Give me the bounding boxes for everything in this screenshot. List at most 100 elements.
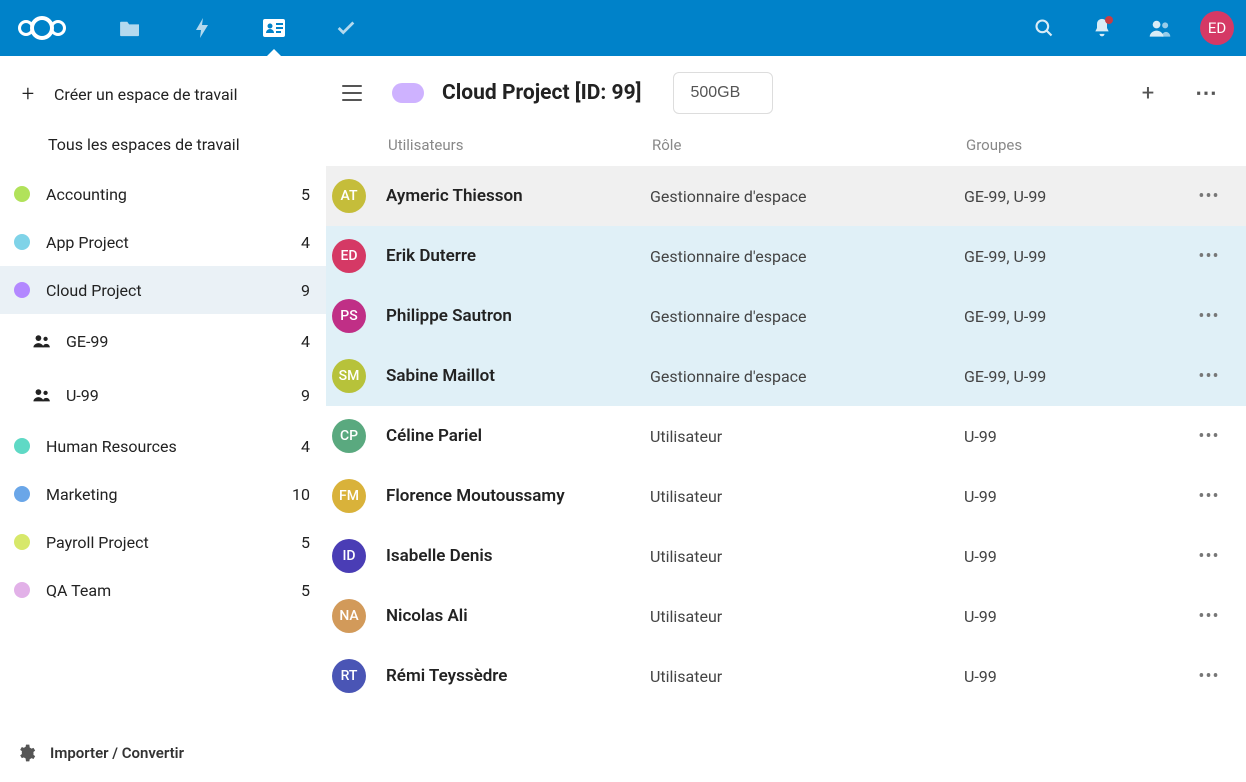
sidebar-item-qa-team[interactable]: QA Team 5 [0,566,326,614]
user-role: Utilisateur [650,487,964,506]
user-role: Gestionnaire d'espace [650,307,964,326]
user-more-icon[interactable]: ••• [1194,306,1224,327]
user-name: Erik Duterre [386,246,650,266]
sidebar-item-count: 4 [301,233,310,252]
user-name: Philippe Sautron [386,306,650,326]
gear-icon [16,743,36,763]
import-label: Importer / Convertir [50,744,184,762]
user-row[interactable]: ED Erik Duterre Gestionnaire d'espace GE… [326,226,1246,286]
create-workspace-button[interactable]: + Créer un espace de travail [0,70,326,118]
workspace-title: Cloud Project [ID: 99] [442,81,641,105]
sidebar-item-label: QA Team [46,581,293,600]
user-row[interactable]: NA Nicolas Ali Utilisateur U-99 ••• [326,586,1246,646]
user-more-icon[interactable]: ••• [1194,606,1224,627]
user-name: Isabelle Denis [386,546,650,566]
sidebar-subgroup-label: U-99 [66,386,293,405]
col-groups: Groupes [966,136,1246,154]
user-row[interactable]: FM Florence Moutoussamy Utilisateur U-99… [326,466,1246,526]
sidebar-item-accounting[interactable]: Accounting 5 [0,170,326,218]
user-row[interactable]: PS Philippe Sautron Gestionnaire d'espac… [326,286,1246,346]
main-content: Cloud Project [ID: 99] 500GB + ⋯ Utilisa… [326,56,1246,782]
user-more-icon[interactable]: ••• [1194,546,1224,567]
user-more-icon[interactable]: ••• [1194,426,1224,447]
menu-toggle-icon[interactable] [338,79,366,107]
user-more-icon[interactable]: ••• [1194,366,1224,387]
user-avatar-badge: AT [332,179,366,213]
sidebar-item-count: 5 [301,581,310,600]
user-more-icon[interactable]: ••• [1194,186,1224,207]
color-dot-icon [14,186,30,202]
color-dot-icon [14,282,30,298]
files-icon[interactable] [108,4,152,52]
user-row[interactable]: CP Céline Pariel Utilisateur U-99 ••• [326,406,1246,466]
sidebar-item-human-resources[interactable]: Human Resources 4 [0,422,326,470]
user-role: Utilisateur [650,547,964,566]
contacts-icon[interactable] [1142,10,1178,46]
sidebar-item-label: Cloud Project [46,281,293,300]
user-avatar-badge: PS [332,299,366,333]
user-role: Utilisateur [650,427,964,446]
sidebar-item-payroll-project[interactable]: Payroll Project 5 [0,518,326,566]
tasks-icon[interactable] [324,4,368,52]
user-groups: GE-99, U-99 [964,367,1194,386]
user-groups: U-99 [964,487,1194,506]
search-icon[interactable] [1026,10,1062,46]
quota-select[interactable]: 500GB [673,72,773,114]
user-name: Aymeric Thiesson [386,186,650,206]
color-dot-icon [14,534,30,550]
workspaces-icon[interactable] [252,4,296,52]
workspace-color-badge [392,83,424,103]
user-name: Céline Pariel [386,426,650,446]
topbar-right: ED [1026,10,1234,46]
color-dot-icon [14,234,30,250]
col-users: Utilisateurs [388,136,652,154]
user-role: Gestionnaire d'espace [650,367,964,386]
user-row[interactable]: ID Isabelle Denis Utilisateur U-99 ••• [326,526,1246,586]
sidebar-item-marketing[interactable]: Marketing 10 [0,470,326,518]
sidebar-item-count: 9 [301,281,310,300]
sidebar-subgroup-count: 4 [301,332,310,351]
sidebar-item-app-project[interactable]: App Project 4 [0,218,326,266]
user-row[interactable]: SM Sabine Maillot Gestionnaire d'espace … [326,346,1246,406]
user-name: Florence Moutoussamy [386,486,650,506]
sidebar-item-cloud-project[interactable]: Cloud Project 9 [0,266,326,314]
user-avatar-badge: FM [332,479,366,513]
sidebar-item-label: Human Resources [46,437,293,456]
user-avatar-badge: CP [332,419,366,453]
app-logo[interactable] [18,20,66,36]
user-more-icon[interactable]: ••• [1194,246,1224,267]
sidebar-item-count: 5 [301,185,310,204]
user-avatar[interactable]: ED [1200,11,1234,45]
sidebar-subgroup-u-99[interactable]: U-99 9 [0,368,326,422]
more-menu-icon[interactable]: ⋯ [1190,77,1222,109]
color-dot-icon [14,486,30,502]
import-convert-button[interactable]: Importer / Convertir [0,724,326,782]
user-row[interactable]: RT Rémi Teyssèdre Utilisateur U-99 ••• [326,646,1246,706]
user-groups: GE-99, U-99 [964,247,1194,266]
user-more-icon[interactable]: ••• [1194,666,1224,687]
user-role: Gestionnaire d'espace [650,247,964,266]
user-avatar-badge: SM [332,359,366,393]
user-groups: U-99 [964,607,1194,626]
all-workspaces-link[interactable]: Tous les espaces de travail [0,118,326,170]
plus-icon: + [16,82,40,107]
notification-dot-icon [1105,16,1113,24]
group-icon [32,333,52,349]
sidebar-subgroup-label: GE-99 [66,332,293,351]
user-row[interactable]: AT Aymeric Thiesson Gestionnaire d'espac… [326,166,1246,226]
nav-apps [108,4,368,52]
sidebar: + Créer un espace de travail Tous les es… [0,56,326,782]
sidebar-item-count: 4 [301,437,310,456]
user-more-icon[interactable]: ••• [1194,486,1224,507]
main-header: Cloud Project [ID: 99] 500GB + ⋯ [326,56,1246,130]
notifications-icon[interactable] [1084,10,1120,46]
sidebar-item-count: 5 [301,533,310,552]
add-button[interactable]: + [1132,77,1164,109]
user-avatar-badge: RT [332,659,366,693]
user-groups: U-99 [964,667,1194,686]
sidebar-subgroup-ge-99[interactable]: GE-99 4 [0,314,326,368]
user-role: Utilisateur [650,607,964,626]
user-name: Nicolas Ali [386,606,650,626]
activity-icon[interactable] [180,4,224,52]
user-table-header: Utilisateurs Rôle Groupes [326,130,1246,166]
